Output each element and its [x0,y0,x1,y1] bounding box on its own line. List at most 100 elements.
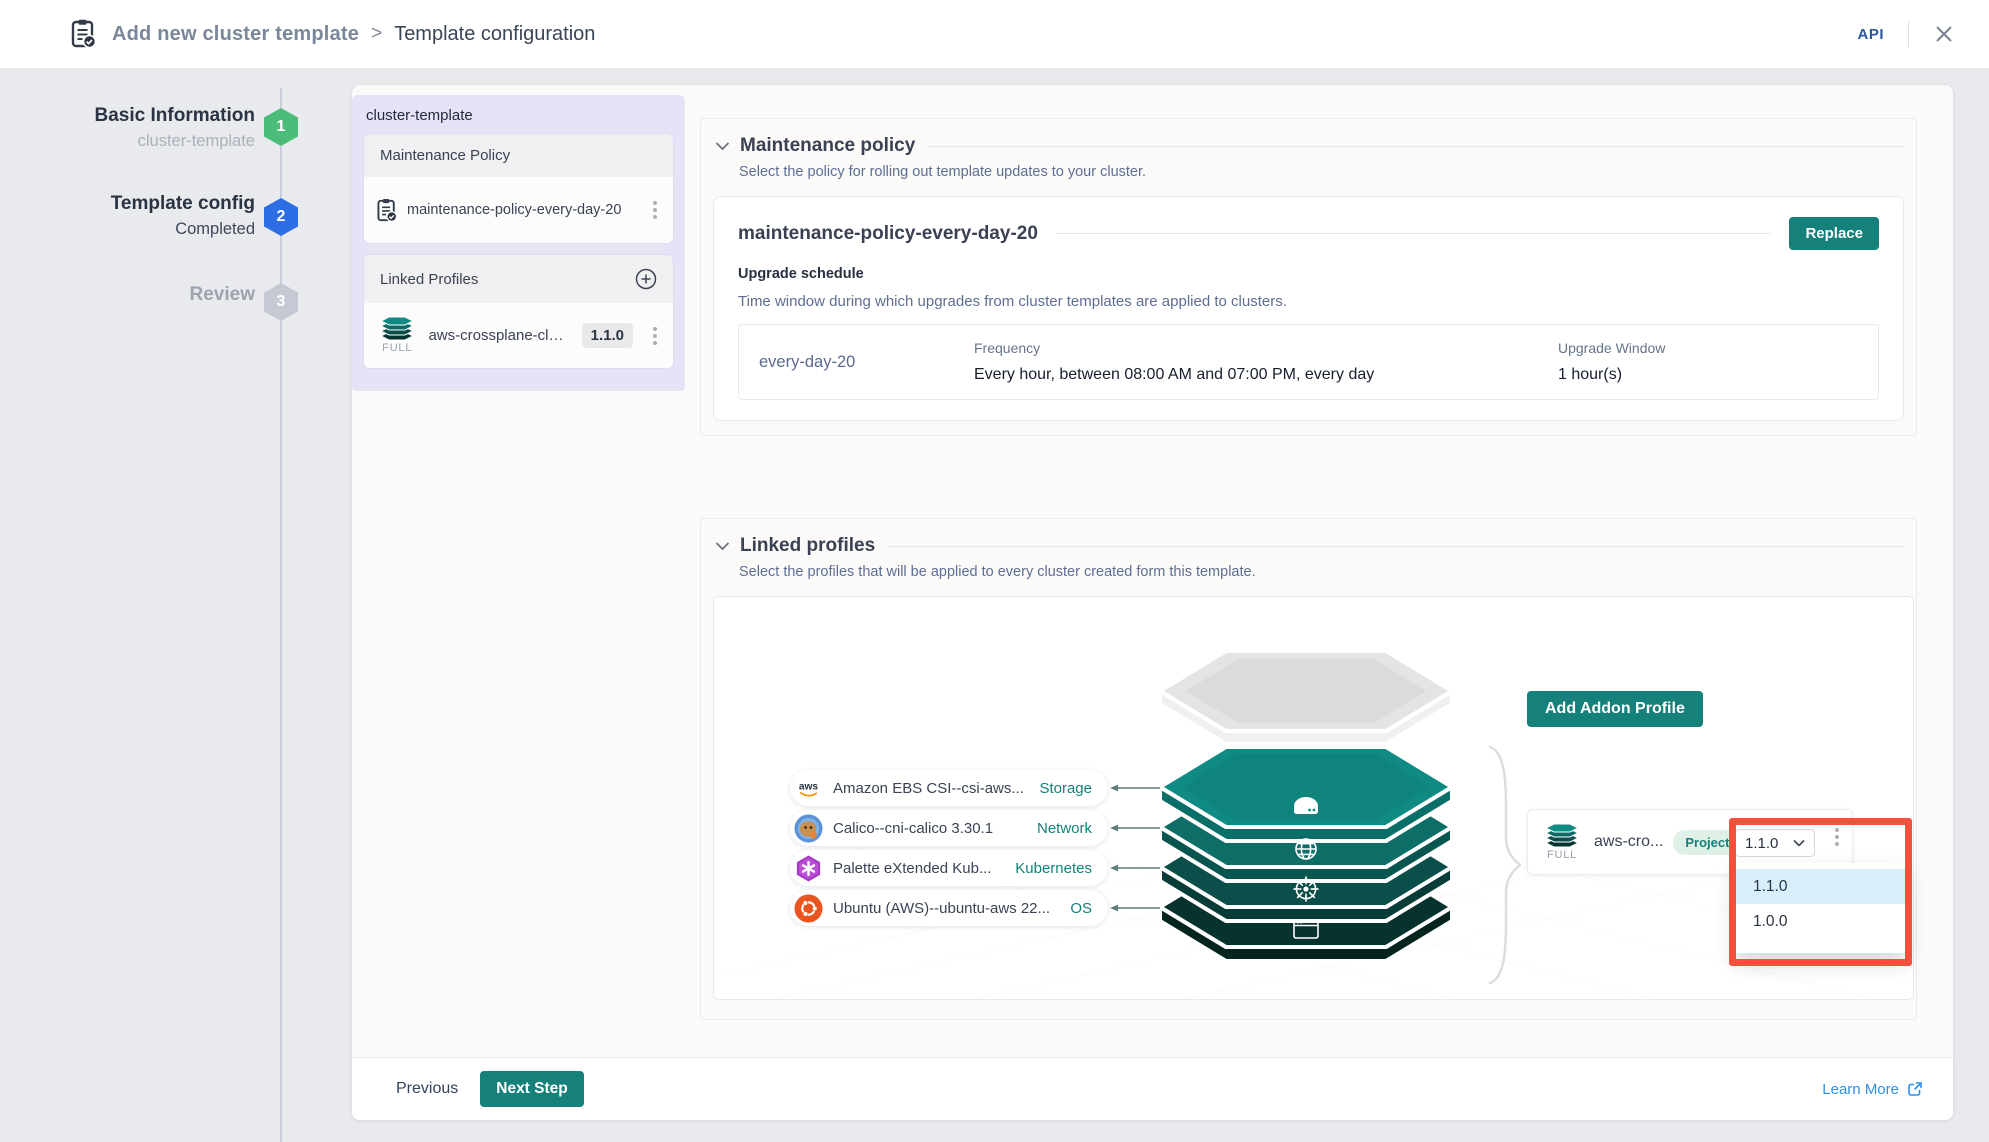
connector-line-os [1108,902,1168,914]
layer-name: Calico--cni-calico 3.30.1 [833,820,993,837]
linked-profile-item[interactable]: FULL aws-crossplane-clus... 1.1.0 [364,303,673,368]
policy-name: maintenance-policy-every-day-20 [738,223,1038,245]
version-dropdown: 1.1.0 1.0.0 [1735,863,1905,953]
schedule-name: every-day-20 [759,338,974,386]
upgrade-schedule-heading: Upgrade schedule [738,266,1879,282]
next-step-button[interactable]: Next Step [480,1071,584,1107]
chevron-down-icon [1793,839,1805,847]
tree-root-label: cluster-template [366,107,671,124]
schedule-row: every-day-20 Frequency Every hour, betwe… [738,324,1879,400]
step-badge-3: 3 [264,283,298,321]
version-option-1-0-0[interactable]: 1.0.0 [1735,904,1905,939]
linked-profile-version: 1.1.0 [582,323,633,348]
layer-row-network[interactable]: Calico--cni-calico 3.30.1 Network [790,810,1108,846]
add-cluster-template-window: Add new cluster template > Template conf… [0,0,1989,1142]
previous-button[interactable]: Previous [382,1072,472,1106]
linked-profiles-card-title: Linked Profiles [380,271,478,288]
kebab-menu-icon[interactable] [1831,824,1843,850]
linked-profile-name: aws-crossplane-clus... [428,327,571,344]
api-link[interactable]: API [1857,26,1884,43]
svg-text:aws: aws [799,781,819,792]
wizard-footer: Previous Next Step Learn More [352,1057,1953,1120]
add-profile-plus-icon[interactable] [635,268,657,290]
profile-stack-icon: FULL [1540,824,1584,861]
ubuntu-icon [794,894,823,923]
maintenance-policy-item[interactable]: maintenance-policy-every-day-20 [364,177,673,243]
upgrade-window-label: Upgrade Window [1558,340,1858,356]
upgrade-schedule-description: Time window during which upgrades from c… [738,293,1879,310]
scope-badge: Project [1673,830,1741,855]
step-title: Review [190,282,255,308]
learn-more-label: Learn More [1822,1081,1899,1098]
layer-name: Ubuntu (AWS)--ubuntu-aws 22... [833,900,1050,917]
linked-profiles-section: Linked profiles Select the profiles that… [700,518,1917,1020]
version-option-1-1-0[interactable]: 1.1.0 [1735,869,1905,904]
stack-brace [1484,745,1526,985]
connector-line-storage [1108,782,1168,794]
profiles-canvas: aws Amazon EBS CSI--csi-aws... Storage [713,596,1914,1000]
version-select[interactable]: 1.1.0 [1735,829,1815,857]
breadcrumb-separator: > [371,23,382,45]
kubernetes-layer-icon [1293,876,1318,901]
top-bar: Add new cluster template > Template conf… [0,0,1989,69]
linked-profiles-card-header: Linked Profiles [364,255,673,303]
steps-connector-line [280,88,282,1142]
topbar-divider [1908,21,1909,47]
profile-type-badge: FULL [382,342,412,354]
learn-more-link[interactable]: Learn More [1822,1081,1923,1098]
cluster-profile-stack-graphic [1160,651,1452,971]
maintenance-policy-card-header: Maintenance Policy [364,134,673,177]
layer-type: Kubernetes [1015,860,1092,877]
layer-name: Amazon EBS CSI--csi-aws... [833,780,1024,797]
policy-rule [1056,233,1772,234]
cluster-template-icon [70,19,96,49]
layer-row-storage[interactable]: aws Amazon EBS CSI--csi-aws... Storage [790,770,1108,806]
step-title: Template config [111,191,255,217]
layer-row-os[interactable]: Ubuntu (AWS)--ubuntu-aws 22... OS [790,890,1108,926]
step-badge-1: 1 [264,108,298,146]
section-rule [889,546,1904,547]
maintenance-policy-section: Maintenance policy Select the policy for… [700,118,1917,436]
upgrade-window-value: 1 hour(s) [1558,366,1858,384]
linked-profiles-card: Linked Profiles [364,255,673,368]
frequency-value: Every hour, between 08:00 AM and 07:00 P… [974,366,1558,384]
aws-icon: aws [794,774,823,803]
calico-icon [794,814,823,843]
breadcrumb-current: Template configuration [394,23,595,46]
maintenance-policy-card: Maintenance Policy [364,134,673,243]
section-subtitle: Select the policy for rolling out templa… [739,164,1904,180]
external-link-icon [1907,1081,1923,1097]
chevron-down-icon[interactable] [715,541,730,551]
maintenance-policy-card-title: Maintenance Policy [380,147,510,164]
step-badge-2: 2 [264,198,298,236]
frequency-label: Frequency [974,340,1558,356]
template-tree-panel: cluster-template Maintenance Policy [352,95,685,391]
chevron-down-icon[interactable] [715,141,730,151]
layer-type: Network [1037,820,1092,837]
section-rule [929,146,1904,147]
step-subtitle: cluster-template [95,129,255,153]
kebab-menu-icon[interactable] [649,323,661,349]
layer-type: Storage [1039,780,1092,797]
connector-line-network [1108,822,1168,834]
connector-line-kubernetes [1108,862,1168,874]
palette-icon [794,854,823,883]
add-addon-profile-button[interactable]: Add Addon Profile [1527,691,1703,727]
layer-type: OS [1070,900,1092,917]
section-title: Maintenance policy [740,135,915,157]
layer-name: Palette eXtended Kub... [833,860,991,877]
kebab-menu-icon[interactable] [649,197,661,223]
breadcrumb-parent[interactable]: Add new cluster template [112,23,359,46]
layer-row-kubernetes[interactable]: Palette eXtended Kub... Kubernetes [790,850,1108,886]
version-select-value: 1.1.0 [1745,835,1778,852]
addon-profile-name: aws-cro... [1594,833,1663,851]
section-subtitle: Select the profiles that will be applied… [739,564,1904,580]
maintenance-policy-detail-card: maintenance-policy-every-day-20 Replace … [713,196,1904,421]
step-subtitle: Completed [111,217,255,241]
maintenance-policy-item-label: maintenance-policy-every-day-20 [407,202,621,218]
close-icon[interactable] [1933,23,1955,45]
replace-button[interactable]: Replace [1789,217,1879,250]
profile-stack-icon: FULL [376,317,418,354]
wizard-panel: cluster-template Maintenance Policy [352,85,1953,1120]
profile-type-badge: FULL [1547,849,1577,861]
